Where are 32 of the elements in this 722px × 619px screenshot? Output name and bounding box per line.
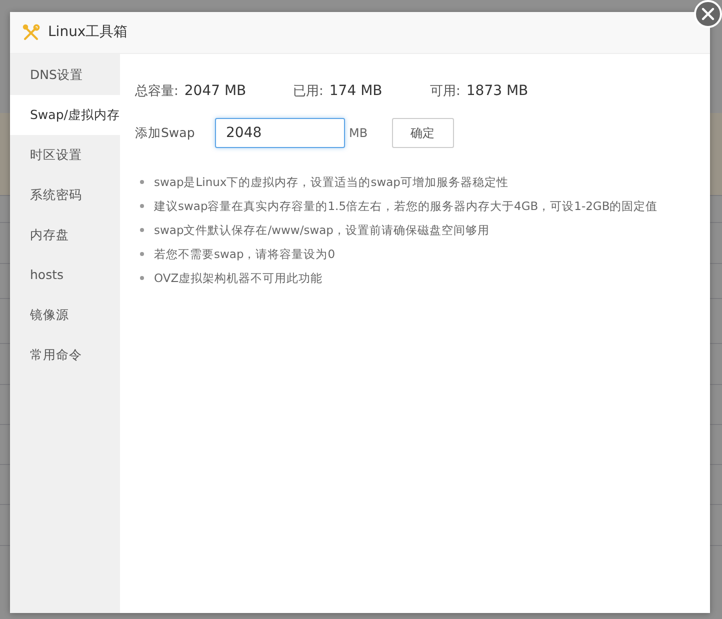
confirm-button[interactable]: 确定 bbox=[392, 118, 454, 148]
bullet-icon bbox=[140, 228, 144, 232]
stat-label: 可用: bbox=[430, 83, 460, 101]
note-text: swap是Linux下的虚拟内存，设置适当的swap可增加服务器稳定性 bbox=[154, 174, 508, 190]
dialog-title: Linux工具箱 bbox=[48, 23, 128, 42]
note-text: swap文件默认保存在/www/swap，设置前请确保磁盘空间够用 bbox=[154, 222, 490, 238]
sidebar-item[interactable]: 时区设置 bbox=[10, 135, 120, 175]
stat-label: 已用: bbox=[293, 83, 324, 101]
sidebar-item[interactable]: DNS设置 bbox=[10, 55, 120, 95]
sidebar-item[interactable]: 镜像源 bbox=[10, 295, 120, 335]
stat-value: 2047 MB bbox=[184, 82, 246, 101]
stat-value: 174 MB bbox=[329, 82, 382, 101]
stat-label: 总容量: bbox=[135, 83, 178, 101]
note-text: 建议swap容量在真实内存容量的1.5倍左右，若您的服务器内存大于4GB，可设1-2GB的固定值 bbox=[154, 198, 658, 214]
sidebar-item[interactable]: 系统密码 bbox=[10, 175, 120, 215]
unit-label: MB bbox=[349, 125, 368, 142]
close-button[interactable] bbox=[694, 0, 722, 28]
tools-icon bbox=[22, 24, 40, 42]
note-text: 若您不需要swap，请将容量设为0 bbox=[154, 246, 336, 262]
close-icon bbox=[701, 7, 715, 21]
sidebar-item[interactable]: hosts bbox=[10, 255, 120, 295]
field-label: 添加Swap bbox=[135, 124, 196, 142]
sidebar-item[interactable]: 常用命令 bbox=[10, 335, 120, 375]
sidebar-item[interactable]: 内存盘 bbox=[10, 215, 120, 255]
bullet-icon bbox=[140, 180, 144, 184]
bullet-icon bbox=[140, 204, 144, 208]
sidebar-item[interactable]: Swap/虚拟内存 bbox=[10, 95, 120, 135]
stat-value: 1873 MB bbox=[466, 82, 528, 101]
bullet-icon bbox=[140, 276, 144, 280]
note-text: OVZ虚拟架构机器不可用此功能 bbox=[154, 270, 323, 286]
swap-size-field[interactable]: 2048 bbox=[215, 118, 345, 148]
bullet-icon bbox=[140, 252, 144, 256]
